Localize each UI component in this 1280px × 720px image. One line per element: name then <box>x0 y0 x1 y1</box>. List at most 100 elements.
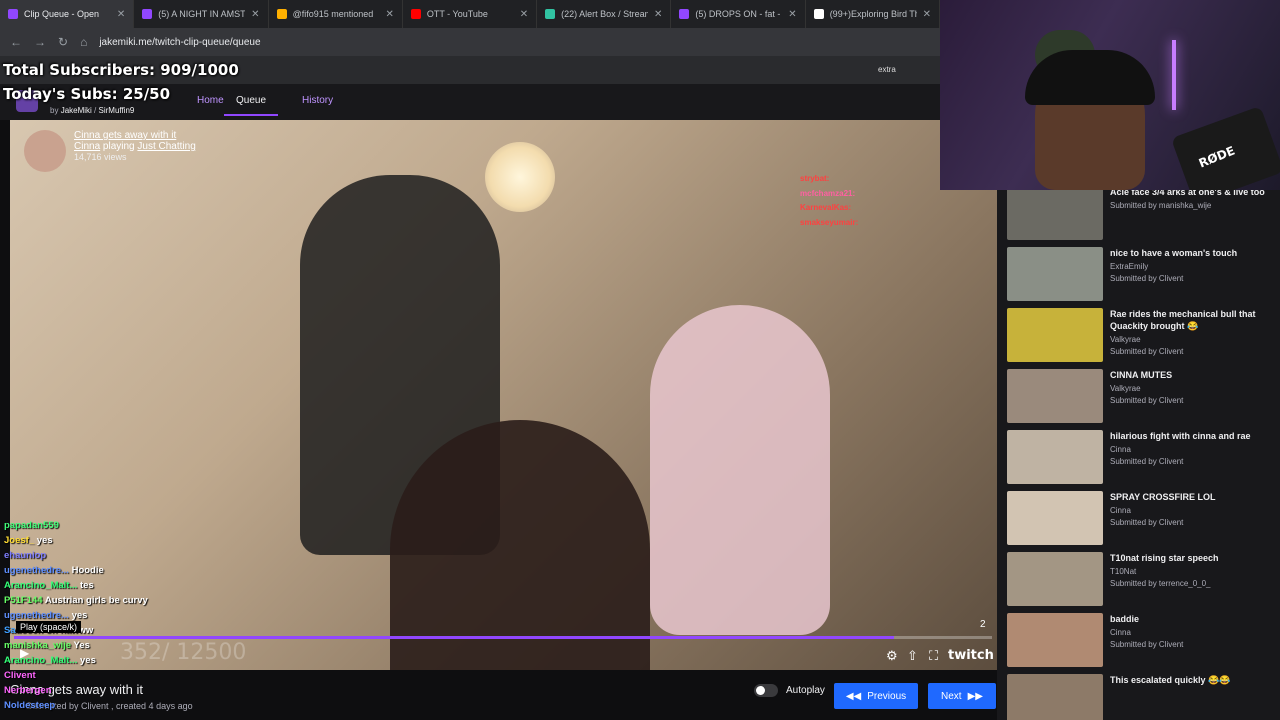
home-icon[interactable]: ⌂ <box>80 35 87 49</box>
chat-username: Arancino_Malt... <box>4 655 78 666</box>
queue-item-title: SPRAY CROSSFIRE LOL <box>1110 492 1216 502</box>
chat-username: strybat: <box>800 174 830 183</box>
nav-home[interactable]: Home <box>197 95 224 106</box>
twitch-logo[interactable]: twitch <box>948 648 994 663</box>
queue-item-title: This escalated quickly 😂😂 <box>1110 675 1231 685</box>
close-tab-icon[interactable]: ✕ <box>251 9 259 20</box>
close-tab-icon[interactable]: ✕ <box>117 9 125 20</box>
queue-thumbnail[interactable] <box>1007 369 1103 423</box>
channel-link[interactable]: Cinna <box>74 141 100 152</box>
queue-thumbnail[interactable] <box>1007 491 1103 545</box>
nav-history[interactable]: History <box>302 95 333 106</box>
browser-tab[interactable]: (99+)Exploring Bird The ✕ <box>806 0 940 28</box>
reload-icon[interactable]: ↻ <box>58 35 68 49</box>
video-figure <box>390 420 650 670</box>
address-bar: ← → ↻ ⌂ jakemiki.me/twitch-clip-queue/qu… <box>0 28 940 56</box>
chat-line: ugenethedre... Hoodie <box>4 565 148 580</box>
queue-item[interactable]: Acie face 3/4 arks at one's & live too S… <box>1007 186 1273 244</box>
queue-item-submitter: Submitted by manishka_wije <box>1110 201 1212 210</box>
chat-line: manishka_wije Yes <box>4 640 148 655</box>
progress-bar[interactable] <box>14 636 992 639</box>
close-tab-icon[interactable]: ✕ <box>385 9 393 20</box>
queue-thumbnail[interactable] <box>1007 247 1103 301</box>
chat-line: Joesf_ yes <box>4 535 148 550</box>
browser-tab[interactable]: (22) Alert Box / Streamlab ✕ <box>537 0 672 28</box>
previous-icon: ◀◀ <box>845 690 862 702</box>
share-icon[interactable]: ⇧ <box>907 648 918 664</box>
queue-item-submitter: Submitted by Clivent <box>1110 396 1184 405</box>
queue-thumbnail[interactable] <box>1007 552 1103 606</box>
tab-title: Clip Queue - Open <box>24 9 100 19</box>
chat-username: Joesf_ <box>4 535 35 546</box>
chat-message: tes <box>80 580 94 591</box>
chat-message: yes <box>71 610 88 621</box>
queue-thumbnail[interactable] <box>1007 674 1103 720</box>
queue-thumbnail[interactable] <box>1007 430 1103 484</box>
streamlabs-favicon <box>545 9 556 19</box>
url-text[interactable]: jakemiki.me/twitch-clip-queue/queue <box>99 37 260 48</box>
queue-item-title: T10nat rising star speech <box>1110 553 1219 563</box>
bell-favicon <box>276 9 287 19</box>
close-tab-icon[interactable]: ✕ <box>654 9 662 20</box>
chat-line: Arancino_Malt... yes <box>4 655 148 670</box>
chat-line: P51F144 Austrian girls be curvy <box>4 595 148 610</box>
author-separator: / <box>94 106 97 115</box>
chat-username: ugenethedre... <box>4 565 69 576</box>
queue-item-title: hilarious fight with cinna and rae <box>1110 431 1251 441</box>
chat-line: Clivent <box>4 670 148 685</box>
browser-tab[interactable]: OTT - YouTube ✕ <box>403 0 538 28</box>
autoplay-control[interactable]: Autoplay <box>754 684 825 697</box>
author-jakemiki[interactable]: JakeMiki <box>61 106 92 115</box>
queue-item[interactable]: SPRAY CROSSFIRE LOL Cinna Submitted by C… <box>1007 491 1273 549</box>
category-link[interactable]: Just Chatting <box>137 141 195 152</box>
lamp-shape <box>485 142 555 212</box>
fullscreen-icon[interactable]: ⛶ <box>929 648 938 664</box>
queue-item[interactable]: Rae rides the mechanical bull that Quack… <box>1007 308 1273 366</box>
settings-icon[interactable]: ⚙ <box>886 648 898 664</box>
queue-thumbnail[interactable] <box>1007 308 1103 362</box>
author-sirmuffin[interactable]: SirMuffin9 <box>99 106 135 115</box>
close-tab-icon[interactable]: ✕ <box>923 9 931 20</box>
browser-tab[interactable]: @fifo915 mentioned ✕ <box>269 0 403 28</box>
chat-username: manishka_wije <box>4 640 72 651</box>
chat-message: Austrian girls be curvy <box>44 595 148 606</box>
forward-icon[interactable]: → <box>34 35 46 49</box>
autoplay-toggle[interactable] <box>754 684 778 697</box>
queue-item-channel: Cinna <box>1110 506 1131 515</box>
next-button[interactable]: Next ▶▶ <box>928 683 996 709</box>
nav-queue[interactable]: Queue <box>224 95 279 116</box>
queue-item[interactable]: hilarious fight with cinna and rae Cinna… <box>1007 430 1273 488</box>
playing-label: playing <box>102 141 135 152</box>
chat-username: Noldesteep <box>4 700 56 711</box>
chat-username: P51F144 <box>4 595 43 606</box>
clip-title-link[interactable]: Cinna gets away with it <box>74 130 196 141</box>
tiktok-favicon <box>813 9 824 19</box>
tab-title: (5) A NIGHT IN AMST <box>158 9 246 19</box>
queue-item[interactable]: T10nat rising star speech T10Nat Submitt… <box>1007 552 1273 610</box>
chat-username: ehauniop <box>4 550 47 561</box>
browser-tab[interactable]: (5) DROPS ON - fat - Twi ✕ <box>671 0 806 28</box>
autoplay-label: Autoplay <box>786 685 825 696</box>
close-tab-icon[interactable]: ✕ <box>788 9 796 20</box>
browser-tab[interactable]: (5) A NIGHT IN AMST ✕ <box>134 0 269 28</box>
channel-avatar[interactable] <box>24 130 66 172</box>
back-icon[interactable]: ← <box>10 35 22 49</box>
queue-item-submitter: Submitted by Clivent <box>1110 518 1184 527</box>
twitch-favicon <box>679 9 690 19</box>
browser-tab[interactable]: Clip Queue - Open ✕ <box>0 0 135 28</box>
close-tab-icon[interactable]: ✕ <box>520 9 528 20</box>
queue-thumbnail[interactable] <box>1007 186 1103 240</box>
next-icon: ▶▶ <box>967 690 983 702</box>
previous-button[interactable]: ◀◀ Previous <box>834 683 918 709</box>
chat-line: papadan559 <box>4 520 148 535</box>
chat-message: Yes <box>73 640 90 651</box>
queue-thumbnail[interactable] <box>1007 613 1103 667</box>
queue-item[interactable]: This escalated quickly 😂😂 <box>1007 674 1273 720</box>
queue-item[interactable]: baddie Cinna Submitted by Clivent <box>1007 613 1273 671</box>
queue-item[interactable]: CINNA MUTES Valkyrae Submitted by Cliven… <box>1007 369 1273 427</box>
total-subs-overlay: Total Subscribers: 909/1000 <box>3 61 239 79</box>
chat-username: Nerbergen <box>4 685 52 696</box>
clip-views: 14,716 views <box>74 152 127 162</box>
chat-line: Arancino_Malt... tes <box>4 580 148 595</box>
queue-item[interactable]: nice to have a woman's touch ExtraEmily … <box>1007 247 1273 305</box>
